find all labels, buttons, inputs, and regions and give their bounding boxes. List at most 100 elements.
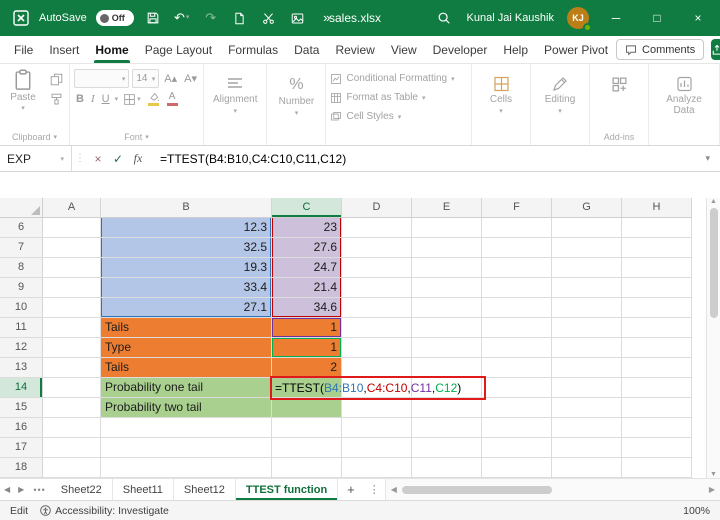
scroll-down-icon[interactable]: ▼	[710, 471, 717, 478]
comments-button[interactable]: Comments	[616, 39, 705, 60]
expand-formula-bar-icon[interactable]: ▾	[705, 153, 720, 164]
editing-button[interactable]: Editing ▾	[535, 69, 585, 115]
cell-F13[interactable]	[482, 358, 552, 378]
cell-C16[interactable]	[272, 418, 342, 438]
clipboard-group-label[interactable]: Clipboard ▾	[12, 132, 57, 144]
cell-E13[interactable]	[412, 358, 482, 378]
cell-G15[interactable]	[552, 398, 622, 418]
cell-A7[interactable]	[43, 238, 101, 258]
cell-H11[interactable]	[622, 318, 692, 338]
cell-H18[interactable]	[622, 458, 692, 478]
cell-E17[interactable]	[412, 438, 482, 458]
fill-color-icon[interactable]	[146, 92, 162, 106]
cell-D7[interactable]	[342, 238, 412, 258]
scroll-right-icon[interactable]: ▶	[709, 485, 715, 494]
row-header-16[interactable]: 16	[0, 418, 43, 438]
cell-A17[interactable]	[43, 438, 101, 458]
copy-icon[interactable]	[47, 72, 65, 86]
cell-E7[interactable]	[412, 238, 482, 258]
tab-help[interactable]: Help	[495, 36, 536, 63]
cell-B13[interactable]: Tails	[101, 358, 272, 378]
cell-E18[interactable]	[412, 458, 482, 478]
paste-dropdown-icon[interactable]: ▾	[21, 104, 25, 112]
cell-F14[interactable]	[482, 378, 552, 398]
column-header-H[interactable]: H	[622, 198, 692, 218]
avatar[interactable]: KJ	[567, 7, 592, 32]
format-as-table-button[interactable]: Format as Table ▾	[330, 88, 426, 107]
cell-B11[interactable]: Tails	[101, 318, 272, 338]
tab-file[interactable]: File	[6, 36, 41, 63]
cell-G17[interactable]	[552, 438, 622, 458]
tab-view[interactable]: View	[383, 36, 425, 63]
new-sheet-button[interactable]: +	[338, 479, 364, 500]
cell-F15[interactable]	[482, 398, 552, 418]
cell-F17[interactable]	[482, 438, 552, 458]
cell-A18[interactable]	[43, 458, 101, 478]
cell-G11[interactable]	[552, 318, 622, 338]
column-header-D[interactable]: D	[342, 198, 412, 218]
share-button[interactable]	[711, 39, 720, 60]
cell-H8[interactable]	[622, 258, 692, 278]
row-header-12[interactable]: 12	[0, 338, 43, 358]
maximize-button[interactable]: □	[643, 0, 671, 36]
clipboard-launcher-icon[interactable]: ▾	[54, 133, 58, 141]
undo-icon[interactable]: ↶ ▾	[172, 0, 192, 36]
cell-A15[interactable]	[43, 398, 101, 418]
horizontal-scroll-thumb[interactable]	[401, 485, 552, 494]
close-button[interactable]: ×	[684, 0, 712, 36]
insert-function-button[interactable]: fx	[128, 151, 148, 166]
vertical-scrollbar[interactable]: ▲ ▼	[706, 198, 720, 478]
cell-C7[interactable]: 27.6	[272, 238, 342, 258]
cell-F12[interactable]	[482, 338, 552, 358]
cell-styles-button[interactable]: Cell Styles ▾	[330, 107, 401, 126]
cell-D17[interactable]	[342, 438, 412, 458]
underline-button[interactable]: U	[100, 93, 112, 105]
cancel-entry-button[interactable]: ×	[88, 152, 108, 166]
more-commands-icon[interactable]: »	[317, 0, 337, 36]
autosave-toggle[interactable]: Off	[95, 10, 134, 26]
sheet-tab-sheet11[interactable]: Sheet11	[113, 479, 174, 500]
cell-D11[interactable]	[342, 318, 412, 338]
excel-app-icon[interactable]	[12, 9, 30, 27]
sheet-tab-sheet12[interactable]: Sheet12	[174, 479, 236, 500]
cell-H14[interactable]	[622, 378, 692, 398]
cell-C13[interactable]: 2	[272, 358, 342, 378]
cells-button[interactable]: Cells ▾	[476, 69, 526, 115]
conditional-formatting-button[interactable]: Conditional Formatting ▾	[330, 69, 455, 88]
cell-A6[interactable]	[43, 218, 101, 238]
cell-F8[interactable]	[482, 258, 552, 278]
sheet-menu-icon[interactable]: ⋮	[364, 479, 385, 500]
underline-dropdown-icon[interactable]: ▾	[115, 95, 119, 103]
formula-input[interactable]: =TTEST(B4:B10,C4:C10,C11,C12)	[160, 152, 346, 166]
row-header-14[interactable]: 14	[0, 378, 43, 398]
scroll-up-icon[interactable]: ▲	[710, 198, 717, 205]
user-name[interactable]: Kunal Jai Kaushik	[467, 12, 554, 24]
cell-F9[interactable]	[482, 278, 552, 298]
sheet-tab-ttest-function[interactable]: TTEST function	[235, 479, 339, 500]
row-header-15[interactable]: 15	[0, 398, 43, 418]
cell-F6[interactable]	[482, 218, 552, 238]
row-header-6[interactable]: 6	[0, 218, 43, 238]
column-header-E[interactable]: E	[412, 198, 482, 218]
bold-button[interactable]: B	[74, 93, 86, 105]
cell-A12[interactable]	[43, 338, 101, 358]
cell-A8[interactable]	[43, 258, 101, 278]
cell-C10[interactable]: 34.6	[272, 298, 342, 318]
cell-E11[interactable]	[412, 318, 482, 338]
column-header-A[interactable]: A	[43, 198, 101, 218]
tab-home[interactable]: Home	[87, 36, 136, 63]
tab-power-pivot[interactable]: Power Pivot	[536, 36, 616, 63]
cell-G16[interactable]	[552, 418, 622, 438]
row-header-7[interactable]: 7	[0, 238, 43, 258]
cell-D18[interactable]	[342, 458, 412, 478]
cell-D10[interactable]	[342, 298, 412, 318]
cell-C6[interactable]: 23	[272, 218, 342, 238]
analyze-data-button[interactable]: Analyze Data	[653, 69, 715, 116]
cell-B8[interactable]: 19.3	[101, 258, 272, 278]
cell-H9[interactable]	[622, 278, 692, 298]
cell-G18[interactable]	[552, 458, 622, 478]
column-header-F[interactable]: F	[482, 198, 552, 218]
cell-B7[interactable]: 32.5	[101, 238, 272, 258]
enter-entry-button[interactable]: ✓	[108, 152, 128, 166]
tab-insert[interactable]: Insert	[41, 36, 87, 63]
